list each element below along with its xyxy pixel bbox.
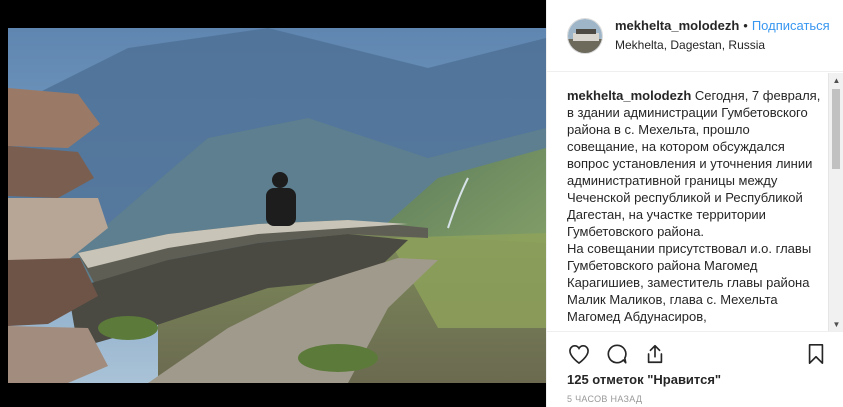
scrollbar-thumb[interactable] — [832, 89, 840, 169]
post-side-panel: mekhelta_molodezh • Подписаться Mekhelta… — [546, 0, 843, 407]
heart-icon — [569, 344, 589, 364]
post-username[interactable]: mekhelta_molodezh — [615, 17, 739, 34]
bookmark-icon — [808, 343, 824, 364]
post-location[interactable]: Mekhelta, Dagestan, Russia — [615, 37, 830, 54]
caption-username[interactable]: mekhelta_molodezh — [567, 88, 691, 103]
caption-scroll-area[interactable]: mekhelta_molodezh Сегодня, 7 февраля, в … — [547, 73, 843, 331]
follow-button[interactable]: Подписаться — [752, 17, 830, 34]
post-photo[interactable] — [8, 28, 546, 383]
post-timestamp[interactable]: 5 часов назад — [567, 394, 642, 404]
scroll-up-arrow-icon[interactable]: ▲ — [829, 73, 843, 87]
caption-paragraph-1: Сегодня, 7 февраля, в здании администрац… — [567, 88, 821, 239]
post-header: mekhelta_molodezh • Подписаться Mekhelta… — [547, 0, 843, 72]
post-caption: mekhelta_molodezh Сегодня, 7 февраля, в … — [547, 73, 843, 325]
share-icon — [647, 344, 663, 363]
save-button[interactable] — [804, 342, 828, 366]
comment-button[interactable] — [605, 342, 629, 366]
post-actions-bar — [547, 331, 843, 375]
avatar-image-icon — [568, 18, 602, 53]
like-button[interactable] — [567, 342, 591, 366]
caption-scrollbar[interactable]: ▲ ▼ — [828, 73, 843, 331]
share-button[interactable] — [643, 342, 667, 366]
separator-dot: • — [743, 18, 748, 33]
comment-icon — [607, 343, 627, 364]
media-pane — [0, 0, 546, 407]
mountain-photo — [8, 28, 546, 383]
likes-count[interactable]: 125 отметок "Нравится" — [567, 372, 721, 387]
caption-paragraph-2: На совещании присутствовал и.о. главы Гу… — [567, 241, 812, 324]
avatar[interactable] — [567, 17, 603, 54]
scroll-down-arrow-icon[interactable]: ▼ — [829, 317, 843, 331]
